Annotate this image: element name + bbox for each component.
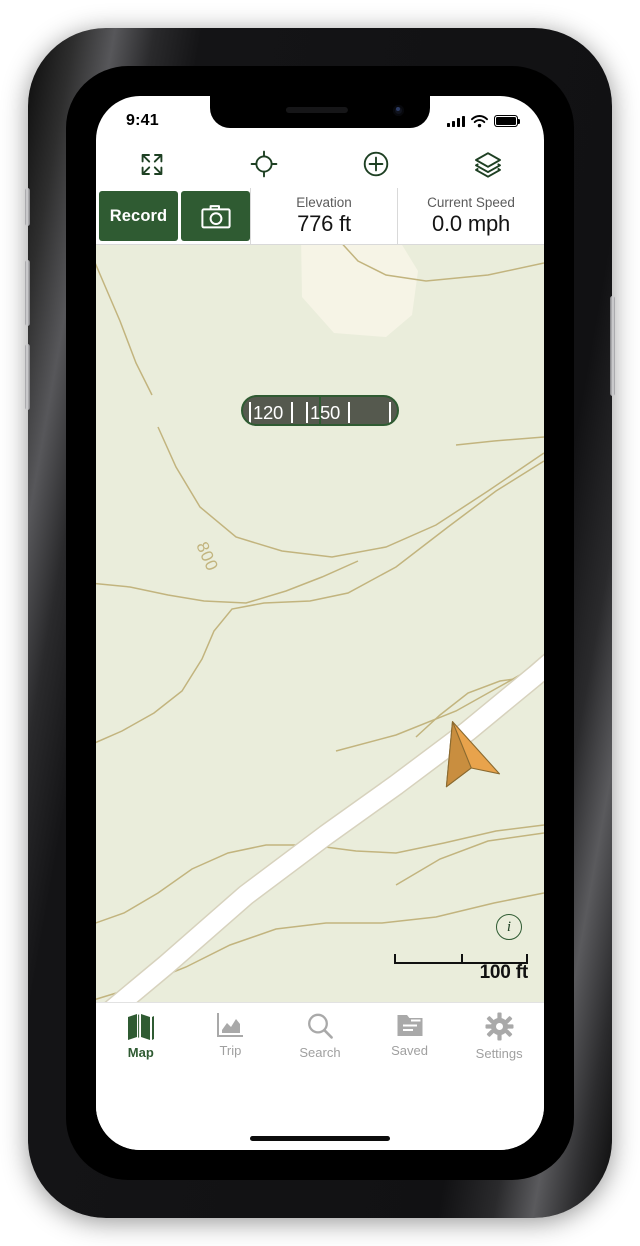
stat-current-speed: Current Speed 0.0 mph — [397, 188, 544, 244]
tab-bar: Map Trip Search Saved Settings — [96, 1002, 544, 1150]
stat-elevation-value: 776 ft — [297, 211, 351, 236]
tab-saved-label: Saved — [391, 1043, 429, 1058]
add-waypoint-button[interactable] — [320, 140, 432, 188]
tab-settings[interactable]: Settings — [454, 1012, 544, 1061]
tab-trip-label: Trip — [219, 1043, 242, 1058]
tab-saved[interactable]: Saved — [365, 1012, 455, 1058]
status-time: 9:41 — [126, 112, 159, 129]
battery-icon — [494, 115, 521, 127]
home-indicator[interactable] — [250, 1136, 390, 1141]
tab-settings-label: Settings — [475, 1046, 523, 1061]
volume-down-button[interactable] — [25, 344, 30, 410]
gear-icon — [485, 1012, 514, 1041]
info-button[interactable]: i — [496, 914, 522, 940]
map-icon — [127, 1014, 154, 1040]
front-camera — [393, 105, 404, 116]
tab-map-label: Map — [127, 1045, 154, 1060]
layers-button[interactable] — [432, 140, 544, 188]
compass-label-120: 120 — [253, 402, 283, 423]
record-stats-bar: Record Elevation 776 ft Current Speed 0.… — [96, 188, 544, 245]
tab-search-label: Search — [299, 1045, 341, 1060]
layers-icon — [475, 151, 501, 178]
search-icon — [308, 1013, 333, 1039]
power-button[interactable] — [610, 296, 615, 396]
phone-screen: 9:41 Record Elevation 776 ft Current Spe… — [96, 96, 544, 1150]
tab-search[interactable]: Search — [275, 1012, 365, 1060]
mute-switch[interactable] — [25, 188, 30, 226]
stat-elevation-label: Elevation — [296, 195, 352, 210]
status-indicators — [447, 114, 521, 128]
camera-button[interactable] — [181, 191, 250, 241]
wifi-icon — [471, 114, 488, 127]
camera-icon — [200, 204, 231, 228]
map-tools-bar — [96, 140, 544, 188]
phone-bezel: 9:41 Record Elevation 776 ft Current Spe… — [66, 66, 574, 1180]
phone-frame: 9:41 Record Elevation 776 ft Current Spe… — [25, 28, 615, 1218]
locate-icon — [250, 150, 278, 178]
folder-icon — [397, 1015, 423, 1036]
tab-map[interactable]: Map — [96, 1012, 186, 1060]
compass-label-150: 150 — [310, 402, 340, 423]
stat-speed-label: Current Speed — [427, 195, 515, 210]
earpiece-speaker — [285, 107, 348, 113]
expand-icon — [141, 153, 163, 175]
tab-trip[interactable]: Trip — [186, 1012, 276, 1058]
scale-bar-label: 100 ft — [479, 962, 529, 983]
notch — [210, 96, 430, 128]
add-icon — [363, 151, 389, 177]
stat-elevation: Elevation 776 ft — [250, 188, 397, 244]
map-canvas[interactable]: 800 120 150 i 100 ft — [96, 245, 544, 1002]
expand-map-button[interactable] — [96, 140, 208, 188]
volume-up-button[interactable] — [25, 260, 30, 326]
scale-bar: 100 ft — [394, 953, 528, 984]
locate-button[interactable] — [208, 140, 320, 188]
chart-icon — [217, 1013, 244, 1037]
signal-bars-icon — [447, 115, 465, 127]
record-button[interactable]: Record — [99, 191, 178, 241]
compass-strip[interactable]: 120 150 — [241, 395, 399, 426]
stat-speed-value: 0.0 mph — [431, 211, 511, 236]
map-graphics: 800 — [96, 245, 544, 1002]
scale-bar-line — [394, 953, 528, 964]
